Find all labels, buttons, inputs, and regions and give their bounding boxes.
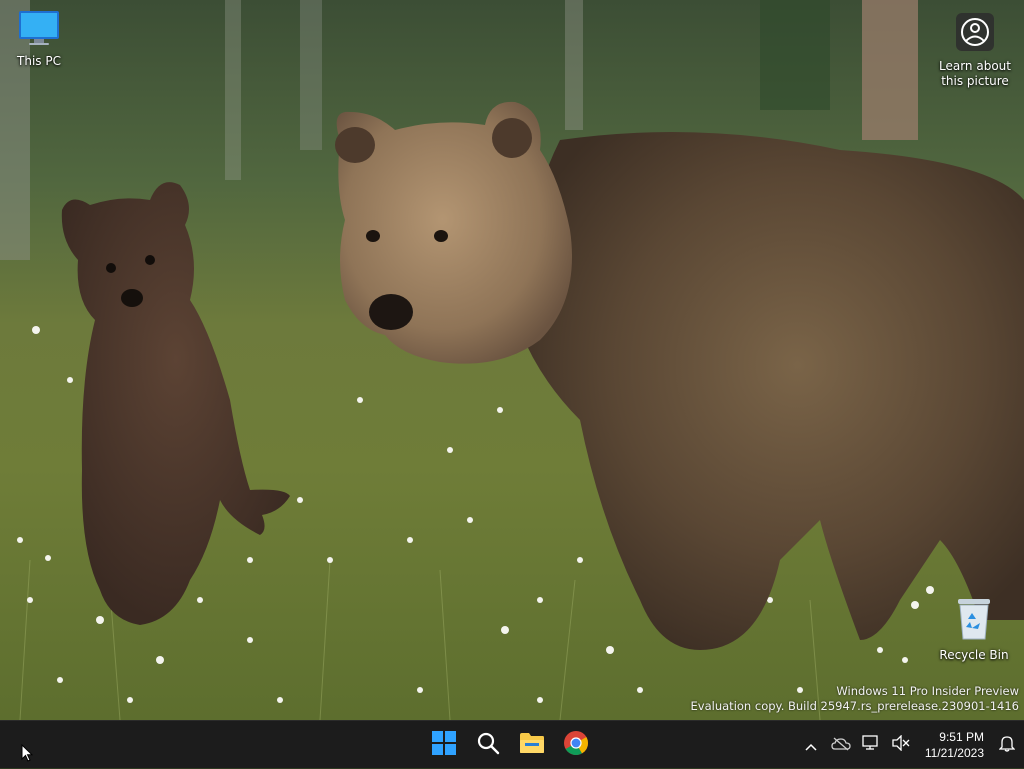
chevron-up-icon [805,736,817,755]
volume-muted-icon [892,734,910,755]
start-button[interactable] [424,725,464,765]
camera-info-icon [937,12,1013,56]
search-icon [476,731,500,759]
learn-label-line1: Learn about [939,59,1011,73]
insider-preview-watermark: Windows 11 Pro Insider Preview Evaluatio… [691,684,1019,714]
recycle-bin-label: Recycle Bin [939,648,1009,662]
monitor-icon [2,9,76,51]
desktop-wallpaper [0,0,1024,720]
network-off-icon [831,736,851,755]
recycle-bin-desktop-icon[interactable]: Recycle Bin [937,597,1011,663]
watermark-line1: Windows 11 Pro Insider Preview [836,684,1019,698]
taskbar-app-list [424,721,596,769]
learn-label-line2: this picture [941,74,1009,88]
this-pc-label: This PC [17,54,61,68]
mouse-cursor-icon [21,743,34,766]
system-tray: 9:51 PM 11/21/2023 [796,721,1024,769]
clock-date: 11/21/2023 [924,746,984,760]
notifications-button[interactable] [990,725,1024,765]
windows-start-icon [432,731,456,759]
search-button[interactable] [468,725,508,765]
volume-tray-button[interactable] [886,725,916,765]
show-hidden-icons-button[interactable] [796,725,826,765]
taskbar: 9:51 PM 11/21/2023 [0,720,1024,768]
watermark-line2: Evaluation copy. Build 25947.rs_prerelea… [690,699,1019,713]
chrome-button[interactable] [556,725,596,765]
this-pc-desktop-icon[interactable]: This PC [2,9,76,69]
clock-button[interactable]: 9:51 PM 11/21/2023 [916,729,990,761]
recycle-bin-icon [937,597,1011,645]
notification-bell-icon [998,734,1016,756]
display-icon [862,735,880,755]
network-tray-button[interactable] [856,725,886,765]
learn-about-picture-desktop-icon[interactable]: Learn about this picture [937,12,1013,89]
file-explorer-button[interactable] [512,725,552,765]
clock-time: 9:51 PM [939,730,984,744]
onedrive-tray-button[interactable] [826,725,856,765]
chrome-icon [563,730,589,760]
folder-icon [519,732,545,758]
